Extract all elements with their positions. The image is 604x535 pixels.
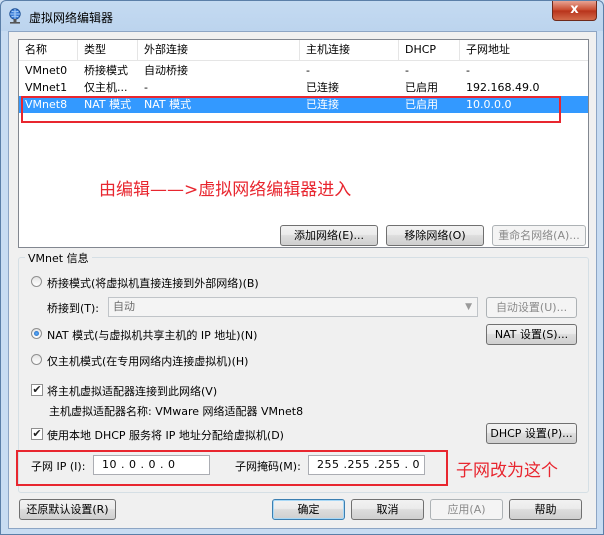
network-globe-icon (9, 8, 21, 24)
host-only-radio[interactable] (31, 354, 42, 365)
checkmark-icon: ✔ (32, 383, 42, 396)
bridge-mode-radio[interactable] (31, 276, 42, 287)
virtual-network-editor-window: 虚拟网络编辑器 x 名称 类型 外部连接 主机连接 DHCP 子网地址 VMne… (0, 0, 604, 535)
table-cell: 192.168.49.0 (466, 81, 540, 94)
highlight-box-vmnet8 (21, 96, 561, 123)
table-cell: - (144, 81, 148, 94)
window-title: 虚拟网络编辑器 (29, 11, 114, 25)
table-cell: 桥接模式 (84, 64, 128, 77)
column-header-external[interactable]: 外部连接 (138, 40, 300, 60)
table-cell: 已连接 (306, 81, 339, 94)
highlight-box-subnet (16, 450, 448, 486)
vmnet-info-title: VMnet 信息 (25, 250, 92, 266)
annotation-edit-note: 由编辑——>虚拟网络编辑器进入 (99, 180, 352, 200)
column-header-name[interactable]: 名称 (19, 40, 78, 60)
apply-button[interactable]: 应用(A) (430, 499, 503, 520)
column-header-dhcp[interactable]: DHCP (399, 40, 460, 60)
table-cell: VMnet1 (25, 81, 68, 94)
table-cell: 仅主机... (84, 81, 128, 94)
table-row[interactable]: VMnet0 桥接模式 自动桥接 - - - (19, 62, 588, 79)
network-list[interactable]: 名称 类型 外部连接 主机连接 DHCP 子网地址 VMnet0 桥接模式 自动桥接… (18, 39, 589, 248)
use-dhcp-checkbox[interactable]: ✔ (31, 428, 43, 440)
table-cell: - (405, 64, 409, 77)
connect-adapter-checkbox[interactable]: ✔ (31, 384, 43, 396)
nat-mode-radio[interactable] (31, 328, 42, 339)
dhcp-settings-button[interactable]: DHCP 设置(P)... (486, 423, 577, 444)
restore-defaults-button[interactable]: 还原默认设置(R) (19, 499, 116, 520)
table-row[interactable]: VMnet1 仅主机... - 已连接 已启用 192.168.49.0 (19, 79, 588, 96)
column-header-host[interactable]: 主机连接 (300, 40, 399, 60)
auto-settings-button[interactable]: 自动设置(U)... (486, 297, 577, 318)
connect-adapter-label[interactable]: 将主机虚拟适配器连接到此网络(V) (47, 383, 217, 399)
close-icon: x (570, 2, 579, 17)
adapter-name-text: 主机虚拟适配器名称: VMware 网络适配器 VMnet8 (49, 405, 304, 418)
annotation-subnet-note: 子网改为这个 (456, 461, 558, 481)
table-cell: VMnet0 (25, 64, 68, 77)
table-cell: - (306, 64, 310, 77)
add-network-button[interactable]: 添加网络(E)... (280, 225, 378, 246)
bridge-mode-label[interactable]: 桥接模式(将虚拟机直接连接到外部网络)(B) (47, 275, 259, 291)
ok-button[interactable]: 确定 (272, 499, 345, 520)
cancel-button[interactable]: 取消 (351, 499, 424, 520)
remove-network-button[interactable]: 移除网络(O) (386, 225, 484, 246)
column-header-type[interactable]: 类型 (78, 40, 138, 60)
table-cell: 自动桥接 (144, 64, 188, 77)
bridge-to-value: 自动 (113, 300, 135, 313)
table-cell: - (466, 64, 470, 77)
column-header-subnet[interactable]: 子网地址 (460, 40, 588, 60)
table-cell: 已启用 (405, 81, 438, 94)
help-button[interactable]: 帮助 (509, 499, 582, 520)
list-header: 名称 类型 外部连接 主机连接 DHCP 子网地址 (19, 40, 588, 61)
use-dhcp-label[interactable]: 使用本地 DHCP 服务将 IP 地址分配给虚拟机(D) (47, 427, 284, 443)
rename-network-button[interactable]: 重命名网络(A)... (492, 225, 586, 246)
dropdown-arrow-icon: ▼ (465, 302, 472, 312)
bridge-to-label: 桥接到(T): (47, 302, 100, 315)
host-only-label[interactable]: 仅主机模式(在专用网络内连接虚拟机)(H) (47, 353, 248, 369)
bridge-to-select[interactable]: 自动 ▼ (108, 297, 478, 317)
nat-mode-label[interactable]: NAT 模式(与虚拟机共享主机的 IP 地址)(N) (47, 327, 257, 343)
title-bar[interactable]: 虚拟网络编辑器 x (1, 1, 603, 31)
checkmark-icon: ✔ (32, 427, 42, 440)
dialog-client: 名称 类型 外部连接 主机连接 DHCP 子网地址 VMnet0 桥接模式 自动桥接… (8, 31, 597, 529)
nat-settings-button[interactable]: NAT 设置(S)... (486, 324, 577, 345)
close-button[interactable]: x (552, 1, 597, 21)
